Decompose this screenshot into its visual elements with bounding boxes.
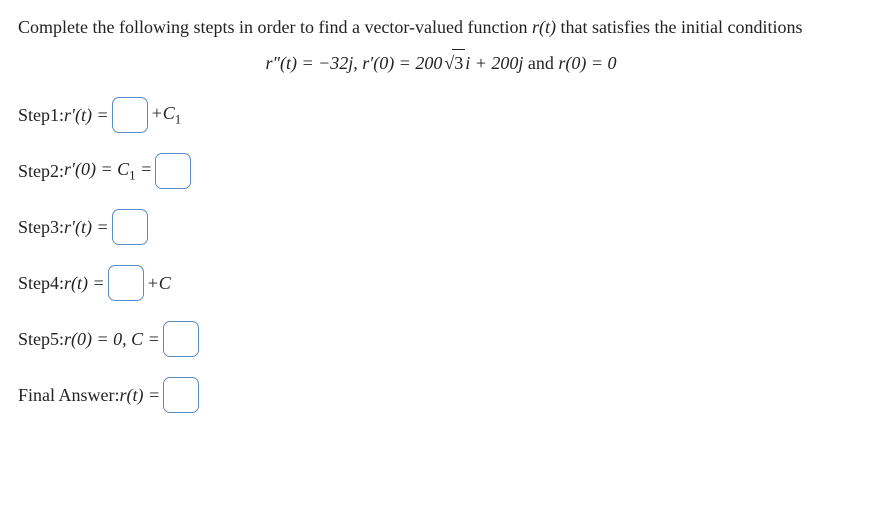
final-label: Final Answer: — [18, 382, 120, 409]
step5-lhs: r(0) = 0, C = — [64, 326, 160, 353]
prompt-rt: r(t) — [532, 17, 556, 37]
prompt-text-1: Complete the following stepts in order t… — [18, 17, 532, 37]
cond-part1: r″(t) = −32j, r′(0) = 200 — [265, 53, 442, 73]
step2-lhs: r′(0) = C1 = — [64, 156, 152, 185]
initial-conditions: r″(t) = −32j, r′(0) = 200√3i + 200j and … — [18, 49, 864, 77]
step1-tail: +C1 — [151, 100, 182, 129]
step1-label: Step1: — [18, 102, 64, 129]
cond-and: and — [523, 53, 558, 73]
step5-input[interactable] — [163, 321, 199, 357]
prompt-text-2: that satisfies the initial conditions — [556, 17, 802, 37]
step3-lhs: r′(t) = — [64, 214, 109, 241]
step-5: Step5: r(0) = 0, C = — [18, 319, 864, 359]
step1-input[interactable] — [112, 97, 148, 133]
step5-label: Step5: — [18, 326, 64, 353]
step-2: Step2: r′(0) = C1 = — [18, 151, 864, 191]
step3-input[interactable] — [112, 209, 148, 245]
cond-part3: r(0) = 0 — [558, 53, 616, 73]
sqrt-expression: √3 — [442, 49, 465, 77]
step2-label: Step2: — [18, 158, 64, 185]
final-input[interactable] — [163, 377, 199, 413]
step4-input[interactable] — [108, 265, 144, 301]
final-answer: Final Answer: r(t) = — [18, 375, 864, 415]
problem-statement: Complete the following stepts in order t… — [18, 14, 864, 41]
step3-label: Step3: — [18, 214, 64, 241]
step2-input[interactable] — [155, 153, 191, 189]
step-3: Step3: r′(t) = — [18, 207, 864, 247]
step4-lhs: r(t) = — [64, 270, 105, 297]
step4-tail: +C — [147, 270, 171, 297]
step-1: Step1: r′(t) = +C1 — [18, 95, 864, 135]
final-lhs: r(t) = — [120, 382, 161, 409]
cond-part2: i + 200j — [465, 53, 523, 73]
step4-label: Step4: — [18, 270, 64, 297]
step1-lhs: r′(t) = — [64, 102, 109, 129]
step-4: Step4: r(t) = +C — [18, 263, 864, 303]
